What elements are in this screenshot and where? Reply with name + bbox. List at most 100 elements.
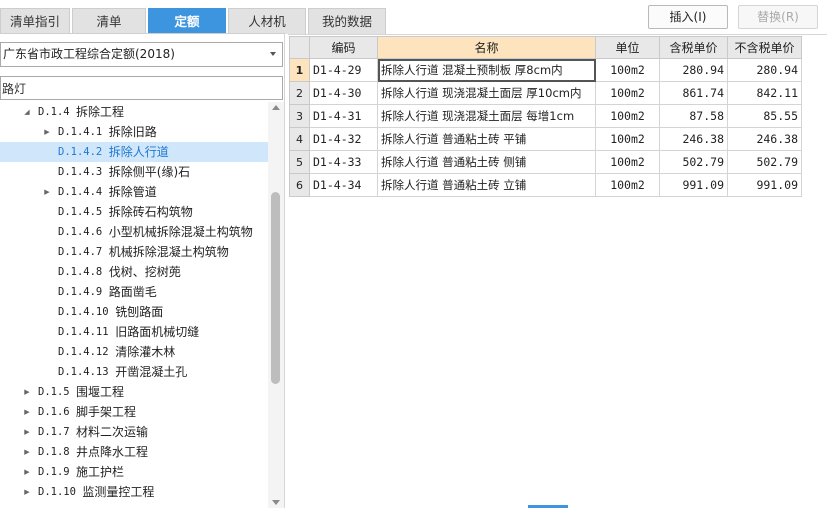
tree-item-label: 铣刨路面 (115, 305, 164, 319)
tree-item[interactable]: D.1.4.11 旧路面机械切缝 (0, 322, 268, 342)
cell-name[interactable]: 拆除人行道 普通粘土砖 侧铺 (377, 150, 596, 174)
table-row[interactable]: 1 D1-4-29 拆除人行道 混凝土预制板 厚8cm内 100m2 280.94 280… (289, 58, 802, 82)
tab-quota[interactable]: 定额 (148, 8, 226, 34)
tree-item[interactable]: ◢ D.1.4 拆除工程 (0, 102, 268, 122)
cell-unit[interactable]: 100m2 (595, 58, 660, 82)
tab-labor-material-machine[interactable]: 人材机 (228, 8, 306, 34)
cell-name[interactable]: 拆除人行道 普通粘土砖 立铺 (377, 173, 596, 197)
cell-unit[interactable]: 100m2 (595, 150, 660, 174)
cell-price-notax[interactable]: 502.79 (727, 150, 802, 174)
cell-price-notax[interactable]: 280.94 (727, 58, 802, 82)
tree-item[interactable]: D.1.4.12 清除灌木林 (0, 342, 268, 362)
scroll-down-icon[interactable] (272, 500, 280, 505)
tree-item-code: D.1.4.8 (58, 266, 103, 278)
expand-right-icon[interactable]: ▶ (22, 442, 32, 462)
tree-item-label: 拆除旧路 (108, 125, 157, 139)
expand-right-icon[interactable]: ▶ (22, 482, 32, 502)
expand-right-icon[interactable]: ▶ (42, 122, 52, 142)
tree-item[interactable]: ▶ D.1.7 材料二次运输 (0, 422, 268, 442)
tree-scrollbar[interactable] (268, 102, 284, 508)
cell-name[interactable]: 拆除人行道 普通粘土砖 平铺 (377, 127, 596, 151)
tree-item[interactable]: D.1.4.2 拆除人行道 (0, 142, 268, 162)
table-row[interactable]: 5 D1-4-33 拆除人行道 普通粘土砖 侧铺 100m2 502.79 502.79 (289, 150, 802, 174)
tree-item[interactable]: ▶ D.1.4.1 拆除旧路 (0, 122, 268, 142)
tab-my-data[interactable]: 我的数据 (308, 8, 386, 34)
tree-item[interactable]: D.1.4.13 开凿混凝土孔 (0, 362, 268, 382)
row-number[interactable]: 5 (289, 150, 310, 174)
expand-right-icon[interactable]: ▶ (22, 382, 32, 402)
search-input[interactable] (0, 76, 283, 100)
row-number[interactable]: 2 (289, 81, 310, 105)
cell-price-notax[interactable]: 991.09 (727, 173, 802, 197)
column-header-price-tax[interactable]: 含税单价 (659, 36, 728, 59)
tree-item-label: 施工护栏 (76, 465, 125, 479)
tab-list[interactable]: 清单 (72, 8, 146, 34)
column-header-price-notax[interactable]: 不含税单价 (727, 36, 802, 59)
table-row[interactable]: 6 D1-4-34 拆除人行道 普通粘土砖 立铺 100m2 991.09 991.09 (289, 173, 802, 197)
expand-right-icon[interactable]: ▶ (42, 182, 52, 202)
row-number[interactable]: 3 (289, 104, 310, 128)
table-row[interactable]: 4 D1-4-32 拆除人行道 普通粘土砖 平铺 100m2 246.38 246.38 (289, 127, 802, 151)
cell-price-notax[interactable]: 85.55 (727, 104, 802, 128)
cell-code[interactable]: D1-4-30 (309, 81, 378, 105)
cell-code[interactable]: D1-4-29 (309, 58, 378, 82)
cell-name[interactable]: 拆除人行道 现浇混凝土面层 每增1cm (377, 104, 596, 128)
quota-library-select[interactable]: 广东省市政工程综合定额(2018) (0, 42, 283, 67)
tree-item[interactable]: ▶ D.1.5 围堰工程 (0, 382, 268, 402)
cell-code[interactable]: D1-4-34 (309, 173, 378, 197)
column-header-code[interactable]: 编码 (309, 36, 378, 59)
row-number[interactable]: 6 (289, 173, 310, 197)
tree-item-code: D.1.4.10 (58, 306, 109, 318)
cell-code[interactable]: D1-4-31 (309, 104, 378, 128)
tree-item[interactable]: ▶ D.1.9 施工护栏 (0, 462, 268, 482)
tree-item[interactable]: D.1.4.8 伐树、挖树蔸 (0, 262, 268, 282)
expand-right-icon[interactable]: ▶ (22, 422, 32, 442)
top-tab-strip: 清单指引 清单 定额 人材机 我的数据 插入(I) 替换(R) (0, 0, 827, 34)
tree-item[interactable]: D.1.4.9 路面凿毛 (0, 282, 268, 302)
tree-item[interactable]: D.1.4.7 机械拆除混凝土构筑物 (0, 242, 268, 262)
tree-item[interactable]: ▶ D.1.6 脚手架工程 (0, 402, 268, 422)
cell-price-tax[interactable]: 991.09 (659, 173, 728, 197)
cell-code[interactable]: D1-4-33 (309, 150, 378, 174)
cell-price-tax[interactable]: 280.94 (659, 58, 728, 82)
cell-price-tax[interactable]: 87.58 (659, 104, 728, 128)
column-header-name[interactable]: 名称 (377, 36, 596, 59)
cell-unit[interactable]: 100m2 (595, 104, 660, 128)
column-header-unit[interactable]: 单位 (595, 36, 660, 59)
table-row[interactable]: 3 D1-4-31 拆除人行道 现浇混凝土面层 每增1cm 100m2 87.58 85.… (289, 104, 802, 128)
scroll-thumb[interactable] (271, 192, 280, 384)
scroll-up-icon[interactable] (272, 105, 280, 110)
cell-price-notax[interactable]: 842.11 (727, 81, 802, 105)
tree-item[interactable]: ▶ D.1.8 井点降水工程 (0, 442, 268, 462)
table-row[interactable]: 2 D1-4-30 拆除人行道 现浇混凝土面层 厚10cm内 100m2 861.74 8… (289, 81, 802, 105)
cell-name[interactable]: 拆除人行道 现浇混凝土面层 厚10cm内 (377, 81, 596, 105)
chevron-down-icon[interactable] (270, 52, 276, 56)
cell-name[interactable]: 拆除人行道 混凝土预制板 厚8cm内 (377, 58, 596, 82)
tree-item[interactable]: D.1.4.10 铣刨路面 (0, 302, 268, 322)
expand-right-icon[interactable]: ▶ (22, 402, 32, 422)
expand-down-icon[interactable]: ◢ (22, 102, 32, 122)
replace-button[interactable]: 替换(R) (738, 5, 818, 29)
tree-item[interactable]: ▶ D.1.10 监测量控工程 (0, 482, 268, 502)
cell-unit[interactable]: 100m2 (595, 127, 660, 151)
tree-item-label: 旧路面机械切缝 (115, 325, 200, 339)
cell-price-tax[interactable]: 502.79 (659, 150, 728, 174)
row-number[interactable]: 1 (289, 58, 310, 82)
tree-item[interactable]: D.1.4.5 拆除砖石构筑物 (0, 202, 268, 222)
cell-code[interactable]: D1-4-32 (309, 127, 378, 151)
tree-item[interactable]: D.1.4.3 拆除侧平(缘)石 (0, 162, 268, 182)
insert-button[interactable]: 插入(I) (648, 5, 728, 29)
cell-unit[interactable]: 100m2 (595, 81, 660, 105)
expand-right-icon[interactable]: ▶ (22, 462, 32, 482)
cell-unit[interactable]: 100m2 (595, 173, 660, 197)
tab-list-guide[interactable]: 清单指引 (0, 8, 70, 34)
cell-price-tax[interactable]: 246.38 (659, 127, 728, 151)
tree-item[interactable]: D.1.4.6 小型机械拆除混凝土构筑物 (0, 222, 268, 242)
row-number[interactable]: 4 (289, 127, 310, 151)
quota-grid: 编码 名称 单位 含税单价 不含税单价 1 D1-4-29 拆除人行道 混凝土预制板… (289, 36, 802, 197)
tab-label: 定额 (174, 14, 200, 29)
tree-item-code: D.1.7 (38, 426, 70, 438)
cell-price-notax[interactable]: 246.38 (727, 127, 802, 151)
cell-price-tax[interactable]: 861.74 (659, 81, 728, 105)
tree-item[interactable]: ▶ D.1.4.4 拆除管道 (0, 182, 268, 202)
